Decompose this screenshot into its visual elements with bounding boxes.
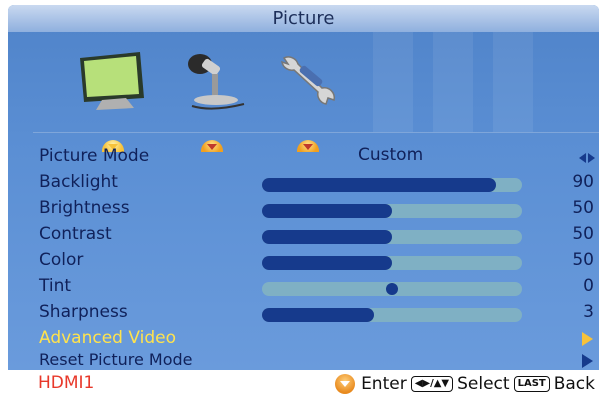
menu-row-picture-mode[interactable]: Picture Mode Custom bbox=[8, 144, 599, 170]
contrast-slider[interactable] bbox=[262, 230, 522, 244]
back-hint: Back bbox=[553, 374, 595, 394]
tab-setup[interactable] bbox=[270, 44, 350, 112]
left-right-arrow-icon[interactable] bbox=[579, 152, 595, 164]
color-label: Color bbox=[39, 250, 84, 270]
advanced-video-label: Advanced Video bbox=[39, 328, 177, 348]
brightness-slider-fill bbox=[262, 204, 392, 218]
menu-title: Picture bbox=[272, 8, 335, 29]
chevron-right-icon bbox=[582, 354, 593, 368]
enter-hint: Enter bbox=[361, 374, 407, 394]
input-source-label: HDMI1 bbox=[38, 373, 95, 393]
backlight-slider-fill bbox=[262, 178, 496, 192]
backlight-slider[interactable] bbox=[262, 178, 522, 192]
chevron-right-icon bbox=[582, 332, 593, 346]
reset-picture-mode-label: Reset Picture Mode bbox=[39, 350, 193, 369]
menu-row-tint[interactable]: Tint 0 bbox=[8, 274, 599, 300]
sharpness-slider[interactable] bbox=[262, 308, 522, 322]
microphone-icon bbox=[188, 54, 245, 110]
sharpness-slider-fill bbox=[262, 308, 374, 322]
tint-slider[interactable] bbox=[262, 282, 522, 296]
menu-row-sharpness[interactable]: Sharpness 3 bbox=[8, 300, 599, 326]
tab-strip bbox=[8, 32, 599, 152]
sharpness-label: Sharpness bbox=[39, 302, 128, 322]
backlight-value: 90 bbox=[572, 172, 594, 192]
brightness-value: 50 bbox=[572, 198, 594, 218]
picture-mode-value: Custom bbox=[358, 145, 424, 165]
color-slider[interactable] bbox=[262, 256, 522, 270]
select-hint: Select bbox=[457, 374, 510, 394]
menu-divider bbox=[33, 132, 599, 133]
tint-value: 0 bbox=[583, 276, 594, 296]
backlight-label: Backlight bbox=[39, 172, 118, 192]
menu-row-brightness[interactable]: Brightness 50 bbox=[8, 196, 599, 222]
menu-row-color[interactable]: Color 50 bbox=[8, 248, 599, 274]
menu-title-bar: Picture bbox=[8, 5, 599, 32]
menu-row-backlight[interactable]: Backlight 90 bbox=[8, 170, 599, 196]
menu-row-reset-picture-mode[interactable]: Reset Picture Mode bbox=[8, 348, 599, 370]
tv-monitor-icon bbox=[80, 52, 144, 110]
footer-bar: HDMI1 Enter ◀▶/▲▼ Select LAST Back bbox=[8, 370, 599, 398]
brightness-slider[interactable] bbox=[262, 204, 522, 218]
menu-row-contrast[interactable]: Contrast 50 bbox=[8, 222, 599, 248]
contrast-label: Contrast bbox=[39, 224, 112, 244]
brightness-label: Brightness bbox=[39, 198, 130, 218]
picture-menu-panel: Picture Picture Mode Custom Backlight 90… bbox=[8, 5, 599, 370]
picture-mode-label: Picture Mode bbox=[39, 146, 150, 166]
tint-slider-knob[interactable] bbox=[386, 283, 398, 295]
color-slider-fill bbox=[262, 256, 392, 270]
enter-button-icon bbox=[335, 374, 356, 394]
color-value: 50 bbox=[572, 250, 594, 270]
contrast-slider-fill bbox=[262, 230, 392, 244]
nav-keys-icon: ◀▶/▲▼ bbox=[410, 376, 454, 392]
contrast-value: 50 bbox=[572, 224, 594, 244]
tab-picture[interactable] bbox=[74, 44, 154, 112]
tab-audio[interactable] bbox=[172, 44, 252, 112]
sharpness-value: 3 bbox=[583, 302, 594, 322]
key-help: Enter ◀▶/▲▼ Select LAST Back bbox=[335, 372, 599, 396]
wrench-icon bbox=[281, 56, 336, 105]
last-key-icon: LAST bbox=[513, 376, 550, 392]
tint-label: Tint bbox=[39, 276, 72, 296]
